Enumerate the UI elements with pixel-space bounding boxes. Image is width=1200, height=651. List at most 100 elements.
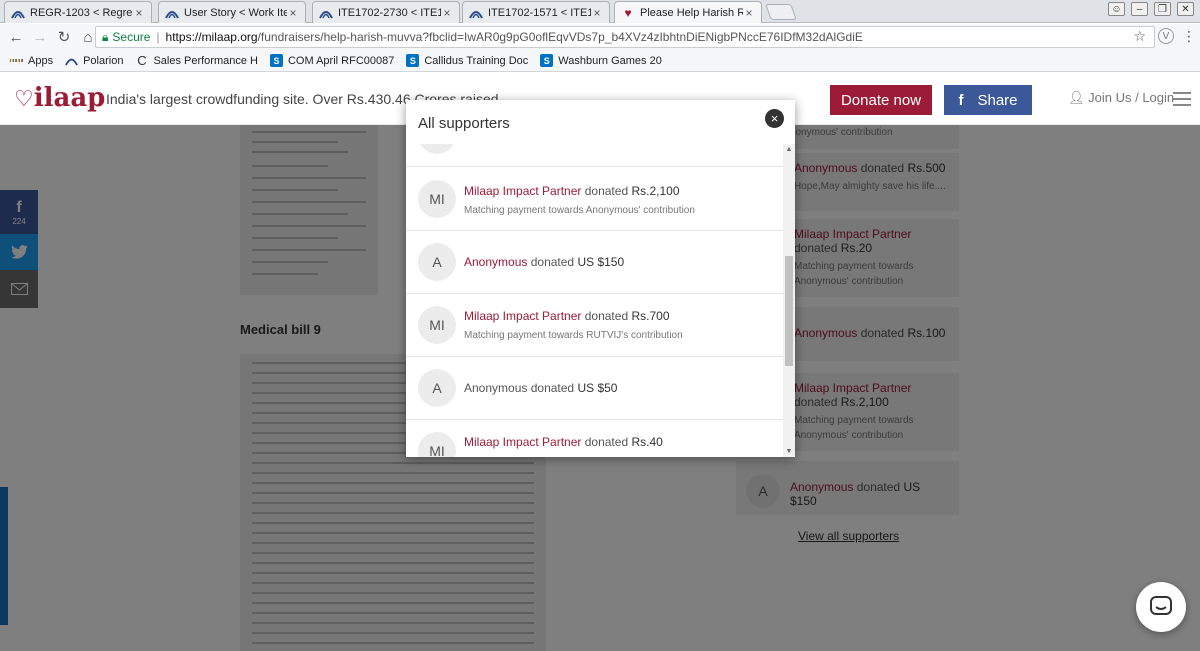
list-item: MI Milaap Impact Partner donated Rs.40: [406, 420, 783, 457]
sharepoint-icon: S: [269, 54, 283, 67]
reload-icon[interactable]: ↻: [52, 25, 76, 49]
profile-icon[interactable]: ☺: [1108, 2, 1125, 16]
supporter-name[interactable]: Milaap Impact Partner: [464, 309, 581, 323]
logo-text: ilaap: [33, 83, 106, 113]
share-button[interactable]: f Share: [944, 85, 1032, 115]
new-tab-button[interactable]: [765, 4, 797, 20]
close-window-icon[interactable]: ✕: [1177, 2, 1194, 16]
polarion-icon: [319, 6, 333, 20]
close-icon[interactable]: ×: [765, 109, 784, 128]
avatar: MI: [418, 306, 456, 344]
supporter-verb: donated: [584, 309, 629, 323]
scroll-down-icon[interactable]: ▼: [785, 448, 793, 455]
logo-heart-icon: ♡: [14, 86, 34, 112]
minimize-icon[interactable]: –: [1131, 2, 1148, 16]
supporter-amount: US $150: [577, 255, 625, 269]
bookmark-callidus-training[interactable]: S Callidus Training Doc: [406, 54, 528, 67]
bookmark-com-april[interactable]: S COM April RFC00087: [269, 54, 394, 67]
secure-label: Secure: [112, 30, 151, 44]
scroll-thumb[interactable]: [785, 256, 793, 366]
list-item: A Anonymous donated US $50: [406, 357, 783, 420]
url-path: /fundraisers/help-harish-muvva?fbclid=Iw…: [257, 30, 863, 44]
bookmark-sales-performance[interactable]: C Sales Performance H: [135, 53, 258, 68]
browser-toolbar: ← → ↻ ⌂ 🔒︎ Secure | https://milaap.org/f…: [0, 24, 1200, 50]
tab-milaap[interactable]: ♥ Please Help Harish Reco ×: [614, 1, 762, 23]
scroll-up-icon[interactable]: ▲: [785, 146, 793, 153]
tab-ite-1571[interactable]: ITE1702-1571 < ITE17 00 ×: [462, 1, 610, 23]
tab-title: ITE1702-2730 < ITE17 00: [338, 6, 441, 19]
apps-grid-icon: [9, 54, 24, 67]
modal-scrollbar[interactable]: ▲ ▼: [783, 144, 795, 457]
chat-support-button[interactable]: [1136, 582, 1186, 632]
lock-icon: 🔒︎: [102, 29, 109, 44]
address-bar[interactable]: 🔒︎ Secure | https://milaap.org/fundraise…: [95, 26, 1155, 48]
avatar: MI: [418, 180, 456, 218]
supporter-name[interactable]: Milaap Impact Partner: [464, 435, 581, 449]
tab-title: Please Help Harish Reco: [640, 6, 743, 19]
tab-title: ITE1702-1571 < ITE17 00: [488, 6, 591, 19]
secure-indicator[interactable]: 🔒︎ Secure: [102, 30, 150, 45]
supporter-amount: Rs.2,100: [631, 184, 680, 198]
polarion-icon: [165, 6, 179, 20]
tab-title: REGR-1203 < Regression: [30, 6, 133, 19]
back-icon[interactable]: ←: [4, 25, 28, 49]
supporter-amount: Rs.40: [631, 435, 663, 449]
bookmark-label: Sales Performance H: [153, 54, 258, 67]
bookmark-washburn[interactable]: S Washburn Games 20: [540, 54, 662, 67]
user-icon: 👤︎: [1068, 90, 1085, 105]
menu-icon[interactable]: ⋮: [1182, 28, 1196, 44]
list-item: A Anonymous donated US $150: [406, 231, 783, 294]
bookmark-star-icon[interactable]: ☆: [1133, 28, 1146, 45]
supporter-desc: Matching payment towards RUTVIJ's contri…: [464, 330, 683, 341]
sharepoint-icon: S: [406, 54, 420, 67]
page: ♡ilaap India's largest crowdfunding site…: [0, 73, 1200, 651]
bookmark-label: Washburn Games 20: [558, 54, 662, 67]
chat-bubble-icon: [1150, 596, 1172, 615]
tab-close-icon[interactable]: ×: [441, 6, 453, 20]
supporter-amount: Rs.700: [631, 309, 670, 323]
tab-close-icon[interactable]: ×: [287, 6, 299, 20]
donate-now-button[interactable]: Donate now: [830, 85, 932, 115]
separator: |: [156, 30, 160, 44]
bookmark-apps[interactable]: Apps: [9, 54, 53, 67]
supporter-name[interactable]: Anonymous: [464, 255, 527, 269]
facebook-icon: f: [958, 91, 964, 109]
list-item: [406, 144, 783, 167]
avatar: MI: [418, 432, 456, 457]
extension-icon[interactable]: V: [1158, 28, 1174, 44]
tab-strip: REGR-1203 < Regression × User Story < Wo…: [0, 0, 1200, 23]
avatar: [418, 144, 456, 154]
tab-close-icon[interactable]: ×: [591, 6, 603, 20]
bookmark-label: Callidus Training Doc: [424, 54, 529, 67]
supporter-name[interactable]: Milaap Impact Partner: [464, 184, 581, 198]
window-controls: ☺ – ❐ ✕: [1108, 2, 1194, 16]
supporter-verb: donated: [584, 184, 629, 198]
supporter-desc: Matching payment towards Anonymous' cont…: [464, 205, 695, 216]
tab-close-icon[interactable]: ×: [743, 6, 755, 20]
avatar: A: [418, 243, 456, 281]
list-item: MI Milaap Impact Partner donated Rs.700 …: [406, 294, 783, 357]
list-item: MI Milaap Impact Partner donated Rs.2,10…: [406, 168, 783, 231]
supporter-verb: donated: [530, 255, 575, 269]
url-host: https://milaap.org: [165, 30, 258, 44]
forward-icon[interactable]: →: [28, 25, 52, 49]
bookmarks-bar: Apps Polarion C Sales Performance H S CO…: [0, 50, 1200, 72]
tab-close-icon[interactable]: ×: [133, 6, 145, 20]
bookmark-polarion[interactable]: Polarion: [65, 54, 123, 67]
callidus-c-icon: C: [137, 53, 147, 68]
login-label: Join Us / Login: [1088, 90, 1175, 105]
all-supporters-modal: All supporters × MI Milaap Impact Partne…: [406, 100, 795, 457]
tab-regr[interactable]: REGR-1203 < Regression ×: [4, 1, 152, 23]
hamburger-menu-icon[interactable]: [1173, 92, 1191, 110]
login-link[interactable]: 👤︎ Join Us / Login: [1068, 90, 1174, 106]
supporter-name: Anonymous: [464, 381, 528, 395]
restore-icon[interactable]: ❐: [1154, 2, 1171, 16]
tab-ite-2730[interactable]: ITE1702-2730 < ITE17 00 ×: [312, 1, 460, 23]
supporter-verb: donated: [530, 381, 575, 395]
milaap-logo[interactable]: ♡ilaap: [14, 83, 105, 113]
supporters-list[interactable]: MI Milaap Impact Partner donated Rs.2,10…: [406, 144, 783, 457]
tab-user-story[interactable]: User Story < Work Items ×: [158, 1, 306, 23]
supporter-amount: US $50: [577, 381, 618, 395]
sharepoint-icon: S: [540, 54, 554, 67]
polarion-icon: [11, 6, 25, 20]
